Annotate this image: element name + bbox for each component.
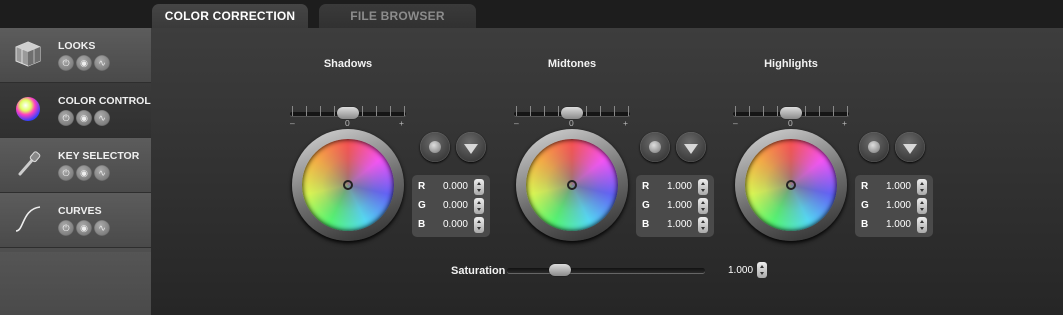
plus-label: + (399, 118, 404, 128)
highlights-reset-button[interactable] (859, 132, 889, 162)
shadows-reset-button[interactable] (420, 132, 450, 162)
dropdown-arrow-icon (903, 143, 917, 154)
highlights-rgb-fields: R 1.000 G 1.000 B 1.000 (855, 175, 933, 237)
highlights-menu-button[interactable] (895, 132, 925, 162)
eye-icon[interactable]: ◉ (76, 220, 92, 236)
section-title-midtones: Midtones (547, 58, 597, 70)
item-controls: ⏻ ◉ ∿ (58, 165, 110, 181)
item-controls: ⏻ ◉ ∿ (58, 55, 110, 71)
wheel-handle[interactable] (343, 180, 353, 190)
highlights-b-value[interactable]: 1.000 (886, 219, 911, 230)
midtones-color-wheel[interactable] (516, 129, 628, 241)
midtones-reset-button[interactable] (640, 132, 670, 162)
stepper[interactable] (698, 179, 708, 195)
tab-file-browser[interactable]: FILE BROWSER (319, 4, 476, 28)
section-title-highlights: Highlights (764, 58, 818, 70)
tab-color-correction[interactable]: COLOR CORRECTION (152, 4, 308, 28)
curve-toggle-icon[interactable]: ∿ (94, 110, 110, 126)
stepper[interactable] (474, 198, 484, 214)
stepper[interactable] (917, 198, 927, 214)
shadows-g-value[interactable]: 0.000 (443, 200, 468, 211)
eye-icon[interactable]: ◉ (76, 55, 92, 71)
saturation-value[interactable]: 1.000 (728, 265, 753, 276)
stepper[interactable] (698, 217, 708, 233)
highlights-balance-slider[interactable]: – 0 + (733, 104, 849, 128)
saturation-slider[interactable] (507, 268, 705, 273)
sidebar-item-curves[interactable]: CURVES ⏻ ◉ ∿ (0, 193, 151, 248)
sidebar-item-label: KEY SELECTOR (58, 150, 140, 162)
plus-label: + (623, 118, 628, 128)
item-controls: ⏻ ◉ ∿ (58, 110, 110, 126)
color-ball-icon (16, 97, 40, 121)
midtones-menu-button[interactable] (676, 132, 706, 162)
sidebar-item-label: LOOKS (58, 40, 96, 52)
highlights-g-value[interactable]: 1.000 (886, 200, 911, 211)
curve-icon (15, 206, 41, 232)
dropdown-arrow-icon (684, 143, 698, 154)
eye-icon[interactable]: ◉ (76, 165, 92, 181)
stepper[interactable] (917, 179, 927, 195)
minus-label: – (733, 118, 738, 128)
center-label: 0 (569, 118, 574, 128)
shadows-color-wheel[interactable] (292, 129, 404, 241)
sidebar: LOOKS ⏻ ◉ ∿ COLOR CONTROL ⏻ ◉ ∿ KEY SELE… (0, 28, 151, 315)
power-icon[interactable]: ⏻ (58, 165, 74, 181)
highlights-r-value[interactable]: 1.000 (886, 181, 911, 192)
highlights-color-wheel[interactable] (735, 129, 847, 241)
tab-bar: COLOR CORRECTION FILE BROWSER (0, 0, 1063, 28)
saturation-label: Saturation (451, 265, 506, 277)
shadows-r-value[interactable]: 0.000 (443, 181, 468, 192)
power-icon[interactable]: ⏻ (58, 220, 74, 236)
item-controls: ⏻ ◉ ∿ (58, 220, 110, 236)
midtones-r-value[interactable]: 1.000 (667, 181, 692, 192)
sidebar-item-color-control[interactable]: COLOR CONTROL ⏻ ◉ ∿ (0, 83, 151, 138)
wheel-handle[interactable] (567, 180, 577, 190)
curve-toggle-icon[interactable]: ∿ (94, 55, 110, 71)
midtones-g-value[interactable]: 1.000 (667, 200, 692, 211)
stepper[interactable] (474, 217, 484, 233)
minus-label: – (290, 118, 295, 128)
sidebar-item-label: COLOR CONTROL (58, 95, 151, 107)
sidebar-item-label: CURVES (58, 205, 102, 217)
section-title-shadows: Shadows (323, 58, 373, 70)
sidebar-item-looks[interactable]: LOOKS ⏻ ◉ ∿ (0, 28, 151, 83)
midtones-b-value[interactable]: 1.000 (667, 219, 692, 230)
saturation-stepper[interactable] (757, 262, 767, 278)
curve-toggle-icon[interactable]: ∿ (94, 165, 110, 181)
minus-label: – (514, 118, 519, 128)
stepper[interactable] (474, 179, 484, 195)
cube-icon (15, 41, 41, 67)
sidebar-empty-area (0, 252, 151, 315)
stepper[interactable] (917, 217, 927, 233)
sidebar-item-key-selector[interactable]: KEY SELECTOR ⏻ ◉ ∿ (0, 138, 151, 193)
eyedropper-icon (18, 151, 41, 176)
curve-toggle-icon[interactable]: ∿ (94, 220, 110, 236)
shadows-menu-button[interactable] (456, 132, 486, 162)
wheel-handle[interactable] (786, 180, 796, 190)
shadows-rgb-fields: R 0.000 G 0.000 B 0.000 (412, 175, 490, 237)
color-correction-panel: Shadows – 0 + R 0.000 G 0.000 B 0.000 Midto… (151, 28, 1063, 315)
shadows-balance-slider[interactable]: – 0 + (290, 104, 406, 128)
saturation-slider-thumb[interactable] (549, 264, 571, 276)
midtones-balance-slider[interactable]: – 0 + (514, 104, 630, 128)
plus-label: + (842, 118, 847, 128)
shadows-b-value[interactable]: 0.000 (443, 219, 468, 230)
dropdown-arrow-icon (464, 143, 478, 154)
eye-icon[interactable]: ◉ (76, 110, 92, 126)
power-icon[interactable]: ⏻ (58, 55, 74, 71)
center-label: 0 (345, 118, 350, 128)
midtones-rgb-fields: R 1.000 G 1.000 B 1.000 (636, 175, 714, 237)
stepper[interactable] (698, 198, 708, 214)
center-label: 0 (788, 118, 793, 128)
power-icon[interactable]: ⏻ (58, 110, 74, 126)
